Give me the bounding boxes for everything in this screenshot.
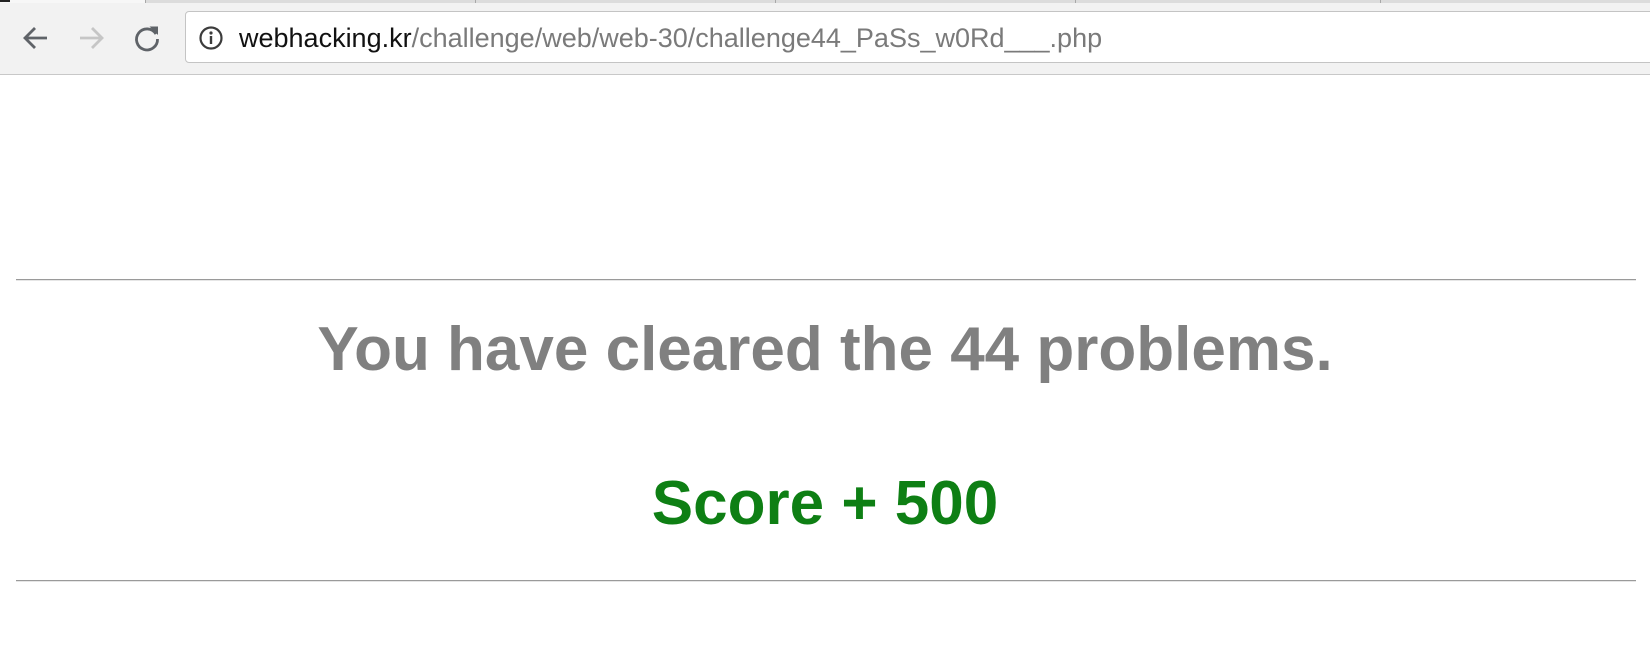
tab-strip: [0, 0, 1650, 3]
arrow-left-icon: [23, 27, 47, 49]
cleared-message: You have cleared the 44 problems.: [317, 315, 1333, 384]
tab-separator: [1380, 0, 1381, 3]
horizontal-rule-bottom: [16, 580, 1636, 582]
horizontal-rule-top: [16, 279, 1636, 281]
tab-edge: [0, 0, 10, 2]
tab-separator: [475, 0, 476, 3]
info-icon[interactable]: [198, 25, 224, 51]
reload-button[interactable]: [127, 18, 167, 58]
arrow-right-icon: [80, 27, 104, 49]
tab-separator: [775, 0, 776, 3]
active-tab[interactable]: [0, 0, 146, 3]
reload-icon: [135, 26, 159, 52]
score-text: Score + 500: [651, 469, 999, 538]
forward-button[interactable]: [71, 18, 111, 58]
back-button[interactable]: [16, 18, 56, 58]
url-host: webhacking.kr: [239, 23, 412, 53]
address-bar[interactable]: webhacking.kr/challenge/web/web-30/chall…: [185, 11, 1650, 63]
url-path: /challenge/web/web-30/challenge44_PaSs_w…: [411, 23, 1103, 53]
tab-separator: [1075, 0, 1076, 3]
browser-toolbar: webhacking.kr/challenge/web/web-30/chall…: [0, 0, 1650, 75]
url-text[interactable]: webhacking.kr/challenge/web/web-30/chall…: [239, 21, 1102, 55]
